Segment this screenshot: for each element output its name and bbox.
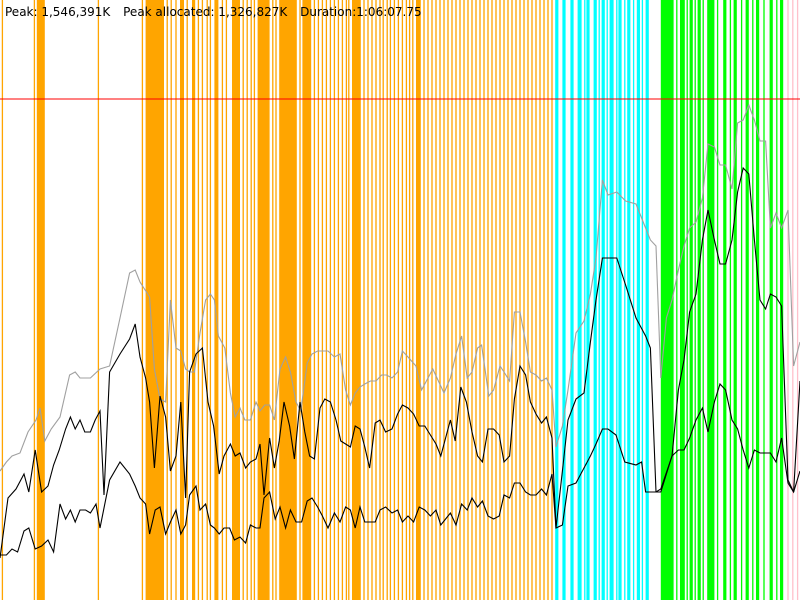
orange-band: [36, 0, 45, 600]
stats-header: Peak: 1,546,391K Peak allocated: 1,326,8…: [5, 5, 431, 19]
orange-band: [214, 0, 219, 600]
cyan-band: [609, 0, 614, 600]
green-band: [780, 0, 784, 600]
green-band: [723, 0, 727, 600]
green-band: [689, 0, 693, 600]
green-band: [680, 0, 685, 600]
duration-label: Duration:1:06:07.75: [300, 5, 422, 19]
green-band: [697, 0, 701, 600]
orange-band: [257, 0, 270, 600]
peak-allocated-label: Peak allocated: 1,326,827K: [123, 5, 288, 19]
cyan-band: [645, 0, 649, 600]
orange-band: [192, 0, 196, 600]
green-band: [756, 0, 760, 600]
green-band: [733, 0, 737, 600]
cyan-band: [577, 0, 582, 600]
cyan-band: [636, 0, 640, 600]
green-band: [769, 0, 773, 600]
orange-band: [232, 0, 240, 600]
memory-usage-chart: [0, 0, 800, 600]
green-band: [707, 0, 715, 600]
cyan-band: [570, 0, 574, 600]
orange-band: [180, 0, 184, 600]
green-band: [745, 0, 749, 600]
orange-band: [279, 0, 297, 600]
cyan-band: [601, 0, 605, 600]
cyan-band: [618, 0, 622, 600]
peak-label: Peak: 1,546,391K: [5, 5, 111, 19]
orange-band: [302, 0, 312, 600]
